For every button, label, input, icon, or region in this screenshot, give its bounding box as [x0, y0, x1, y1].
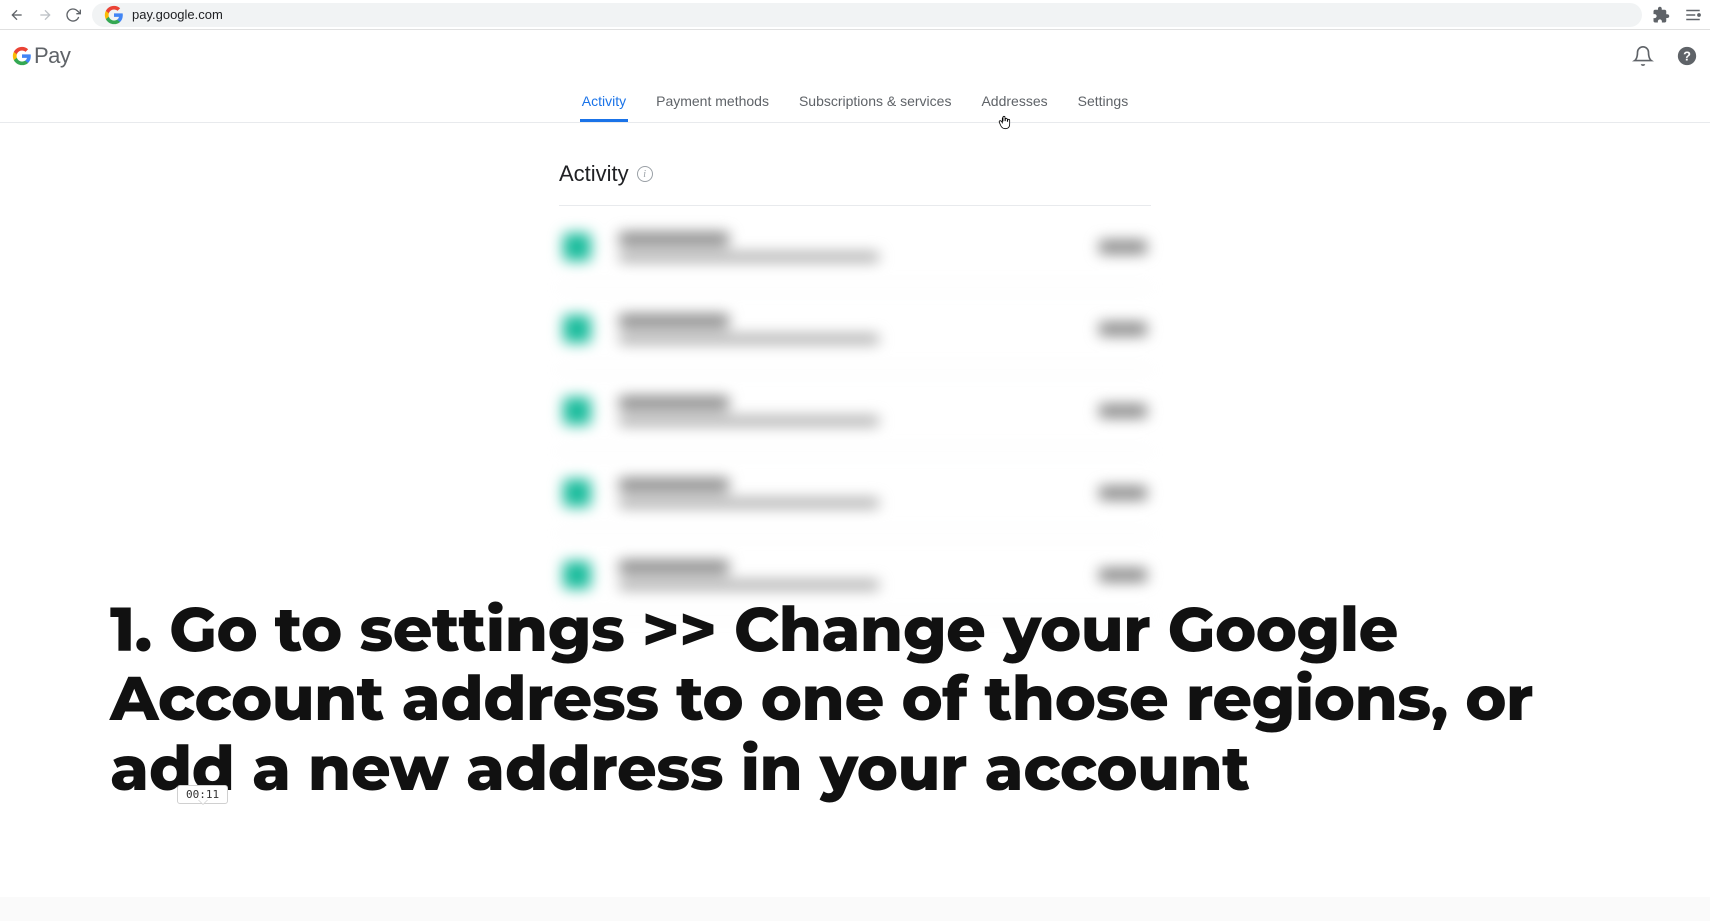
tab-label: Addresses [981, 93, 1047, 109]
merchant-icon [563, 315, 591, 343]
tab-label: Subscriptions & services [799, 93, 952, 109]
video-controls-bar [0, 897, 1710, 921]
menu-icon[interactable] [1684, 6, 1702, 24]
activity-amount [1099, 486, 1147, 500]
url-text: pay.google.com [132, 7, 223, 22]
tab-subscriptions[interactable]: Subscriptions & services [797, 83, 954, 122]
site-identity-icon [104, 5, 124, 25]
merchant-icon [563, 479, 591, 507]
activity-row[interactable] [559, 206, 1151, 288]
activity-row[interactable] [559, 288, 1151, 370]
reload-button[interactable] [64, 6, 82, 24]
info-icon[interactable]: i [637, 166, 653, 182]
tutorial-overlay-text: 1. Go to settings >> Change your Google … [110, 595, 1590, 803]
tab-addresses[interactable]: Addresses [979, 83, 1049, 122]
activity-panel: Activity i [559, 161, 1151, 616]
app-header: Pay ? [0, 30, 1710, 83]
merchant-icon [563, 233, 591, 261]
activity-heading: Activity [559, 161, 629, 187]
activity-amount [1099, 568, 1147, 582]
tabs-row: Activity Payment methods Subscriptions &… [0, 83, 1710, 123]
address-bar[interactable]: pay.google.com [92, 3, 1642, 27]
activity-list-blurred [559, 206, 1151, 616]
tab-settings[interactable]: Settings [1076, 83, 1131, 122]
gpay-logo[interactable]: Pay [12, 43, 70, 69]
tab-label: Activity [582, 93, 626, 109]
video-timestamp-tooltip: 00:11 [177, 785, 228, 804]
forward-button[interactable] [36, 6, 54, 24]
extensions-icon[interactable] [1652, 6, 1670, 24]
activity-amount [1099, 404, 1147, 418]
notifications-icon[interactable] [1632, 45, 1654, 67]
merchant-icon [563, 397, 591, 425]
activity-row[interactable] [559, 370, 1151, 452]
help-icon[interactable]: ? [1676, 45, 1698, 67]
activity-amount [1099, 240, 1147, 254]
activity-amount [1099, 322, 1147, 336]
tab-payment-methods[interactable]: Payment methods [654, 83, 771, 122]
svg-text:?: ? [1683, 49, 1691, 64]
tab-activity[interactable]: Activity [580, 83, 628, 122]
gpay-logo-text: Pay [34, 43, 70, 69]
back-button[interactable] [8, 6, 26, 24]
merchant-icon [563, 561, 591, 589]
browser-chrome-bar: pay.google.com [0, 0, 1710, 30]
main-content: Activity i [0, 123, 1710, 616]
tab-label: Payment methods [656, 93, 769, 109]
tab-label: Settings [1078, 93, 1129, 109]
activity-title-row: Activity i [559, 161, 1151, 206]
activity-row[interactable] [559, 452, 1151, 534]
